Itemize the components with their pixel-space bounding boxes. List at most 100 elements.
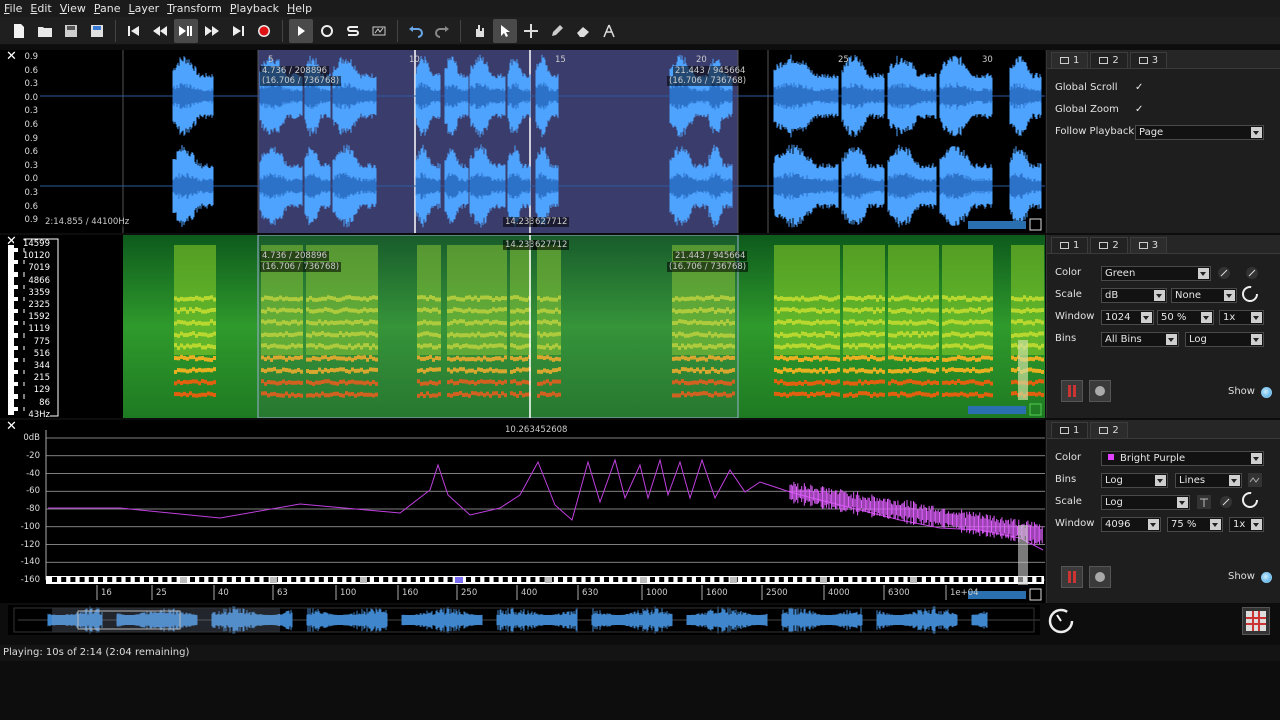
bins-select[interactable]: Log <box>1101 473 1168 488</box>
play-layer-button[interactable] <box>1061 380 1083 402</box>
scale-select[interactable]: dB <box>1101 288 1167 303</box>
frequency-scale-select[interactable]: Log <box>1185 332 1264 347</box>
color-invert-button[interactable] <box>1215 265 1233 281</box>
tab-1[interactable]: 1 <box>1051 52 1089 68</box>
piano-black-key <box>594 577 600 582</box>
window-size-select[interactable]: 4096 <box>1101 517 1161 532</box>
menu-transform[interactable]: Transform <box>163 0 226 17</box>
harmonic-band <box>951 319 954 324</box>
harmonic-band <box>213 356 216 361</box>
piano-black-key <box>52 577 57 582</box>
menu-view[interactable]: View <box>56 0 90 17</box>
spectrum-pane[interactable]: ✕ 0dB -20 -40 -60 -80 -100 -120 -140 -160 16 25 40… <box>0 420 1045 603</box>
erase-icon[interactable] <box>571 19 595 43</box>
undo-icon[interactable] <box>404 19 428 43</box>
harmonic-band <box>1023 332 1026 337</box>
menu-layer[interactable]: Layer <box>124 0 163 17</box>
harmonic-band <box>924 357 927 362</box>
gain-reset-button[interactable] <box>1217 494 1235 510</box>
spectrum-view[interactable] <box>0 420 1045 603</box>
color-select[interactable]: Green <box>1101 266 1211 281</box>
menu-pane[interactable]: Pane <box>90 0 125 17</box>
pan-button[interactable] <box>1089 380 1111 402</box>
tab-2[interactable]: 2 <box>1090 422 1128 438</box>
window-overlap-select[interactable]: 75 % <box>1167 517 1223 532</box>
harmonic-band <box>777 344 780 349</box>
play-pause-icon[interactable] <box>174 18 198 43</box>
follow-playback-select[interactable]: Page <box>1135 125 1264 140</box>
redo-icon[interactable] <box>430 19 454 43</box>
piano-black-key <box>659 577 665 582</box>
menu-playback[interactable]: Playback <box>226 0 283 17</box>
show-toggle[interactable] <box>1261 572 1272 583</box>
bins-select[interactable]: All Bins <box>1101 332 1179 347</box>
spectrogram-view[interactable] <box>0 235 1045 418</box>
fit-window-button[interactable] <box>1242 607 1270 635</box>
show-toggle[interactable] <box>1261 387 1272 398</box>
select-arrow-icon[interactable] <box>493 18 517 43</box>
harmonic-band <box>1038 391 1041 396</box>
harmonic-band <box>813 320 816 325</box>
gain-knob[interactable] <box>1241 286 1259 302</box>
frequency-tick: 344 <box>14 362 50 370</box>
save-as-icon[interactable] <box>85 19 109 43</box>
threshold-button[interactable] <box>1195 494 1213 510</box>
tab-1[interactable]: 1 <box>1051 422 1089 438</box>
play-layer-button[interactable] <box>1061 566 1083 588</box>
overview-waveform[interactable] <box>8 605 1040 635</box>
loop-icon[interactable] <box>315 19 339 43</box>
window-size-select[interactable]: 1024 <box>1101 310 1154 325</box>
scale-select[interactable]: Log <box>1101 495 1190 510</box>
navigate-hand-icon[interactable] <box>467 19 491 43</box>
normalization-select[interactable]: None <box>1171 288 1237 303</box>
tab-3[interactable]: 3 <box>1129 237 1168 253</box>
rewind-icon[interactable] <box>148 19 172 43</box>
global-zoom-checkbox[interactable]: ✓ <box>1135 104 1146 115</box>
global-scroll-checkbox[interactable]: ✓ <box>1135 82 1146 93</box>
playback-speed-knob[interactable] <box>1047 607 1075 635</box>
menu-help[interactable]: Help <box>283 0 316 17</box>
color-rotate-button[interactable] <box>1243 265 1261 281</box>
harmonic-band <box>897 344 900 349</box>
scale-label: Scale <box>1055 496 1082 507</box>
menu-edit[interactable]: Edit <box>26 0 55 17</box>
harmonic-band <box>1011 367 1014 372</box>
overview-waveform-view[interactable] <box>8 605 1040 635</box>
harmonic-band <box>846 320 849 325</box>
tab-3[interactable]: 3 <box>1129 52 1168 68</box>
menu-file[interactable]: File <box>0 0 26 17</box>
waveform-pane[interactable]: ✕ 0.9 0.6 0.3 0.0 0.3 0.6 0.9 0.6 0.3 0.0 0.3 0.6 0.… <box>0 50 1045 233</box>
harmonic-band <box>918 357 921 362</box>
db-tick: -120 <box>20 539 40 550</box>
tab-1[interactable]: 1 <box>1051 237 1089 253</box>
tab-2[interactable]: 2 <box>1090 237 1128 253</box>
harmonic-band <box>858 332 861 337</box>
window-zoom-select[interactable]: 1x <box>1219 310 1264 325</box>
window-overlap-select[interactable]: 50 % <box>1157 310 1214 325</box>
spectrogram-pane[interactable]: ✕ 14599 10120 7019 4866 3359 2325 1592 1119 775 5… <box>0 235 1045 418</box>
draw-pencil-icon[interactable] <box>545 19 569 43</box>
tab-2[interactable]: 2 <box>1090 52 1128 68</box>
plot-style-select[interactable]: Lines <box>1175 473 1242 488</box>
open-folder-icon[interactable] <box>33 19 57 43</box>
window-zoom-select[interactable]: 1x <box>1229 517 1264 532</box>
harmonic-band <box>204 357 207 362</box>
new-file-icon[interactable] <box>7 19 31 43</box>
fast-forward-icon[interactable] <box>200 19 224 43</box>
record-icon[interactable] <box>252 19 276 43</box>
gain-knob[interactable] <box>1241 492 1259 508</box>
normalize-icon[interactable] <box>367 19 391 43</box>
harmonic-band <box>1041 296 1044 301</box>
measure-icon[interactable] <box>597 19 621 43</box>
pan-button[interactable] <box>1089 566 1111 588</box>
waveform-view[interactable] <box>0 50 1045 233</box>
close-pane-icon[interactable]: ✕ <box>6 420 17 434</box>
plot-style-button[interactable] <box>1246 472 1264 488</box>
forward-end-icon[interactable] <box>226 19 250 43</box>
edit-cross-icon[interactable] <box>519 19 543 43</box>
solo-icon[interactable] <box>341 19 365 43</box>
color-select[interactable]: Bright Purple <box>1101 451 1264 466</box>
save-icon[interactable] <box>59 19 83 43</box>
rewind-start-icon[interactable] <box>122 19 146 43</box>
play-selection-icon[interactable] <box>289 18 313 43</box>
